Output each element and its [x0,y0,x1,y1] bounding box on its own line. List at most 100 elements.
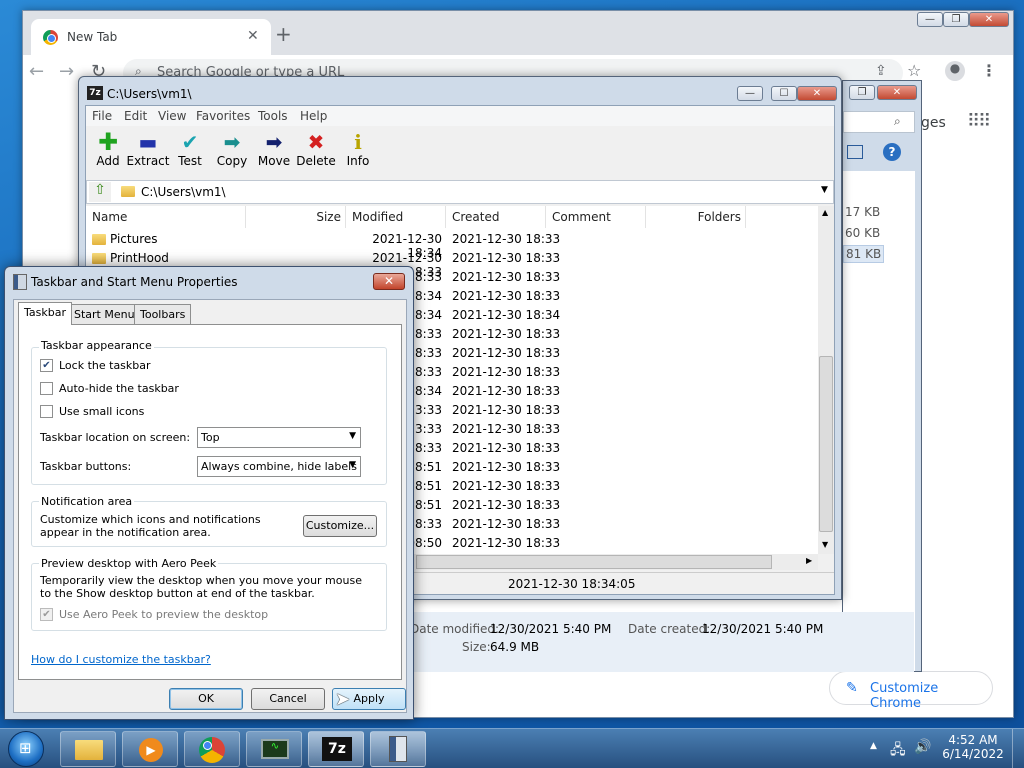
customize-button[interactable]: Customize... [303,515,377,537]
scroll-down-icon[interactable]: ▼ [822,540,828,549]
close-button[interactable]: ✕ [797,86,837,101]
chrome-tab-new-tab[interactable]: New Tab ✕ [31,19,271,55]
customize-chrome-button[interactable]: ✎ Customize Chrome [829,671,993,711]
group-label: Taskbar appearance [39,339,154,352]
column-header-created[interactable]: Created [446,206,546,228]
cell-created: 2021-12-30 18:33 [452,479,561,493]
info-button[interactable]: i Info [336,130,380,174]
cell-created: 2021-12-30 18:33 [452,536,561,550]
menu-view[interactable]: View [158,109,186,123]
cell-created: 2021-12-30 18:33 [452,327,561,341]
close-button[interactable]: ✕ [969,12,1009,27]
volume-icon[interactable]: 🔊 [914,739,931,755]
profile-avatar-icon[interactable]: ● [945,61,965,81]
lock-taskbar-checkbox[interactable]: ✔ [40,359,53,372]
chevron-down-icon: ▼ [349,460,356,470]
chevron-down-icon[interactable]: ▼ [821,185,828,195]
back-arrow-icon[interactable]: ← [29,61,44,82]
taskbar-7zip[interactable]: 7z [308,731,364,767]
forward-arrow-icon[interactable]: → [59,61,74,82]
taskbar-task-manager[interactable]: ∿ [246,731,302,767]
start-button[interactable]: ⊞ [8,731,44,767]
table-row[interactable]: Pictures 2021-12-30 18:34 2021-12-30 18:33 [86,230,816,260]
maximize-button[interactable]: ☐ [771,86,797,101]
auto-hide-checkbox[interactable] [40,382,53,395]
menu-favorites[interactable]: Favorites [196,109,250,123]
cell-created: 2021-12-30 18:33 [452,517,561,531]
tab-start-menu[interactable]: Start Menu [68,304,141,324]
add-button[interactable]: ✚ Add [86,130,130,174]
scroll-up-icon[interactable]: ▲ [822,208,828,217]
column-header-size[interactable]: Size [246,206,346,228]
ok-button[interactable]: OK [169,688,243,710]
help-icon[interactable]: ? [883,143,901,161]
taskbar-properties[interactable] [370,731,426,767]
close-button[interactable]: ✕ [373,273,405,290]
7zip-icon: 7z [322,737,352,761]
explorer-search-box[interactable]: ⌕ [843,111,915,133]
extract-button[interactable]: ▬ Extract [126,130,170,174]
menu-help[interactable]: Help [300,109,327,123]
folder-icon [75,740,103,760]
location-select[interactable]: Top ▼ [197,427,361,448]
media-player-icon: ▶ [139,738,163,762]
taskbar-chrome[interactable] [184,731,240,767]
close-button[interactable]: ✕ [877,85,917,100]
notification-description: Customize which icons and notifications … [40,513,261,539]
share-icon[interactable]: ⇪ [875,63,887,79]
tab-toolbars[interactable]: Toolbars [134,304,192,324]
7zip-address-bar[interactable]: ⇧ C:\Users\vm1\ ▼ [86,180,834,204]
preview-pane-icon[interactable] [847,145,863,159]
size-value: 64.9 MB [490,640,540,654]
file-size: 81 KB [843,245,885,263]
close-icon[interactable]: ✕ [247,28,259,44]
column-header-modified[interactable]: Modified [346,206,446,228]
show-hidden-icons-icon[interactable]: ▲ [870,741,877,751]
move-button[interactable]: ➡ Move [252,130,296,174]
checkbox-label: Use Aero Peek to preview the desktop [59,608,269,621]
column-header-folders[interactable]: Folders [646,206,746,228]
taskbar-properties-icon [13,274,27,290]
minimize-button[interactable]: — [917,12,943,27]
scroll-right-icon[interactable]: ▶ [806,556,812,565]
vertical-scrollbar[interactable]: ▲ ▼ [818,206,834,554]
bookmark-star-icon[interactable]: ☆ [907,61,921,80]
delete-button[interactable]: ✖ Delete [294,130,338,174]
menu-file[interactable]: File [92,109,112,123]
copy-button[interactable]: ➡ Copy [210,130,254,174]
scroll-thumb[interactable] [819,356,833,532]
tab-taskbar[interactable]: Taskbar [18,302,72,325]
restore-button[interactable]: ❐ [849,85,875,100]
show-desktop-button[interactable] [1012,729,1024,768]
clock[interactable]: 4:52 AM 6/14/2022 [938,733,1008,761]
apps-grid-icon[interactable]: ⠿⠿ [967,111,991,132]
buttons-label: Taskbar buttons: [40,460,132,473]
scroll-thumb[interactable] [416,555,772,569]
small-icons-checkbox[interactable] [40,405,53,418]
taskbar-explorer[interactable] [60,731,116,767]
network-icon[interactable]: 🖧 [890,739,906,763]
cell-created: 2021-12-30 18:33 [452,365,561,379]
taskbar-buttons-select[interactable]: Always combine, hide labels ▼ [197,456,361,477]
aero-peek-checkbox[interactable]: ✔ [40,608,53,621]
menu-edit[interactable]: Edit [124,109,147,123]
help-link[interactable]: How do I customize the taskbar? [31,653,211,666]
chrome-logo-icon [43,30,58,45]
test-button[interactable]: ✔ Test [168,130,212,174]
delete-label: Delete [296,154,336,168]
new-tab-button[interactable]: + [275,24,292,44]
cancel-button[interactable]: Cancel [251,688,325,710]
images-link-partial[interactable]: ges [921,115,946,131]
restore-button[interactable]: ❐ [943,12,969,27]
up-folder-icon[interactable]: ⇧ [89,182,111,202]
column-header-comment[interactable]: Comment [546,206,646,228]
test-icon: ✔ [181,130,199,154]
column-header-name[interactable]: Name [86,206,246,228]
taskbar-media-player[interactable]: ▶ [122,731,178,767]
minimize-button[interactable]: — [737,86,763,101]
chrome-menu-icon[interactable]: ⋮ [981,61,997,80]
folder-icon [92,253,106,264]
file-size: 60 KB [845,226,881,240]
menu-tools[interactable]: Tools [258,109,288,123]
task-manager-icon: ∿ [261,739,289,759]
